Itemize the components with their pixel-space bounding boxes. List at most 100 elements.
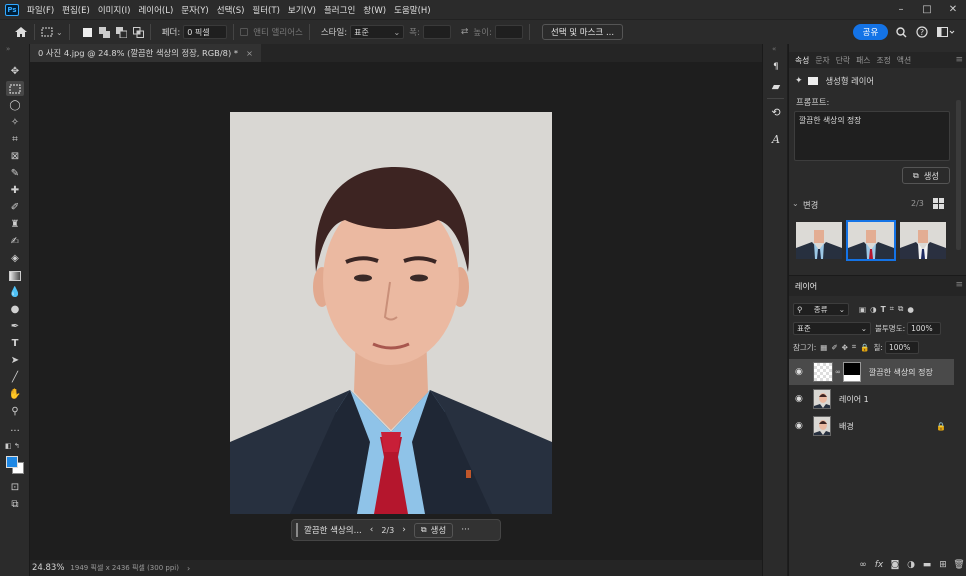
filter-type-icon[interactable]: T — [881, 305, 886, 314]
home-icon[interactable] — [14, 26, 28, 38]
rectangular-marquee-tool-icon[interactable] — [6, 81, 24, 96]
comments-icon[interactable]: ▰ — [768, 78, 784, 94]
panel-collapse-icon[interactable]: » — [6, 45, 10, 53]
tab-paths[interactable]: 패스 — [856, 55, 870, 66]
filter-smart-object-icon[interactable]: ⧉ — [898, 304, 903, 314]
lock-image-icon[interactable]: ✐ — [831, 343, 837, 352]
marquee-tool-icon[interactable] — [41, 27, 53, 37]
frame-tool-icon[interactable]: ⊠ — [6, 149, 24, 164]
document-tab[interactable]: 0 사진 4.jpg @ 24.8% (깔끔한 색상의 정장, RGB/8) *… — [30, 44, 261, 62]
generate-button[interactable]: ⧉ 생성 — [902, 167, 950, 184]
layer-row-background[interactable]: ◉ 배경 🔒 — [789, 413, 954, 439]
menu-type[interactable]: 문자(Y) — [181, 4, 208, 16]
gradient-tool-icon[interactable] — [6, 268, 24, 283]
layers-menu-icon[interactable]: ≡ — [955, 280, 963, 290]
swap-colors-icon[interactable]: ◧ ↰ — [5, 442, 25, 452]
tab-paragraph[interactable]: 단락 — [836, 55, 850, 66]
intersect-selection-icon[interactable] — [132, 26, 144, 38]
brush-tool-icon[interactable]: ✐ — [6, 200, 24, 215]
layer-mask-thumbnail[interactable] — [842, 362, 861, 382]
type-tool-icon[interactable]: T — [6, 336, 24, 351]
filter-toggle-icon[interactable]: ● — [907, 305, 914, 314]
link-icon[interactable]: ∞ — [835, 368, 841, 376]
tab-actions[interactable]: 액션 — [897, 55, 911, 66]
blur-tool-icon[interactable]: 💧 — [6, 285, 24, 300]
variation-thumbnail-1[interactable] — [796, 222, 842, 259]
history-brush-tool-icon[interactable]: ✍ — [6, 234, 24, 249]
variation-thumbnail-2[interactable] — [846, 220, 896, 261]
more-tools-icon[interactable]: ··· — [6, 424, 24, 439]
lock-all-icon[interactable]: 🔒 — [860, 343, 869, 352]
layer-style-icon[interactable]: fx — [871, 560, 887, 570]
new-group-icon[interactable]: ▬ — [919, 560, 935, 570]
layers-title[interactable]: 레이어 — [795, 281, 817, 292]
taskbar-prompt[interactable]: 깔끔한 색상의... — [304, 524, 362, 536]
zoom-level[interactable]: 24.83% — [32, 563, 64, 573]
menu-select[interactable]: 선택(S) — [217, 4, 245, 16]
select-and-mask-button[interactable]: 선택 및 마스크 ... — [541, 24, 624, 40]
antialias-checkbox[interactable] — [240, 28, 249, 36]
width-input[interactable] — [422, 25, 451, 39]
workspace-icon[interactable] — [935, 24, 957, 40]
add-selection-icon[interactable] — [98, 26, 110, 38]
drag-handle[interactable] — [296, 523, 298, 537]
style-select[interactable]: 표준 ⌄ — [350, 25, 405, 39]
variation-thumbnail-3[interactable] — [900, 222, 946, 259]
maximize-button[interactable]: □ — [914, 0, 940, 19]
opacity-input[interactable]: 100% — [907, 321, 942, 335]
glyphs-icon[interactable]: A — [768, 131, 784, 147]
layers-filter-select[interactable]: ⚲ 종류 ⌄ — [793, 302, 849, 316]
chevron-right-icon[interactable]: › — [402, 525, 406, 535]
more-options-icon[interactable]: ··· — [461, 525, 470, 535]
menu-image[interactable]: 이미지(I) — [98, 4, 131, 16]
quick-mask-icon[interactable]: ⊡ — [6, 480, 24, 495]
feather-input[interactable]: 0 픽셀 — [183, 25, 228, 39]
pen-tool-icon[interactable]: ✒ — [6, 319, 24, 334]
swap-icon[interactable]: ⇄ — [461, 27, 469, 37]
search-icon[interactable] — [894, 24, 908, 40]
taskbar-generate-button[interactable]: ⧉ 생성 — [413, 522, 454, 538]
foreground-color-swatch[interactable] — [6, 456, 18, 468]
close-tab-icon[interactable]: × — [246, 48, 253, 58]
lock-artboard-icon[interactable]: ⌗ — [852, 342, 856, 352]
menu-help[interactable]: 도움말(H) — [394, 4, 430, 16]
filter-adjustment-icon[interactable]: ◑ — [870, 305, 877, 314]
dodge-tool-icon[interactable]: ● — [6, 302, 24, 317]
history-icon[interactable]: ⟲ — [768, 104, 784, 120]
healing-brush-tool-icon[interactable]: ✚ — [6, 183, 24, 198]
blend-mode-select[interactable]: 표준 ⌄ — [793, 321, 871, 335]
hand-tool-icon[interactable]: ✋ — [6, 387, 24, 402]
close-button[interactable]: ✕ — [940, 0, 966, 19]
zoom-tool-icon[interactable]: ⚲ — [6, 404, 24, 419]
status-arrow-icon[interactable]: › — [187, 564, 190, 573]
menu-edit[interactable]: 편집(E) — [62, 4, 90, 16]
visibility-eye-icon[interactable]: ◉ — [795, 394, 805, 404]
grid-view-icon[interactable] — [933, 198, 944, 209]
screen-mode-icon[interactable]: ⧉ — [6, 497, 24, 512]
eraser-tool-icon[interactable]: ◈ — [6, 251, 24, 266]
filter-pixel-icon[interactable]: ▣ — [859, 305, 866, 314]
share-button[interactable]: 공유 — [853, 24, 888, 40]
menu-view[interactable]: 보기(V) — [288, 4, 316, 16]
delete-layer-icon[interactable]: 🗑 — [951, 560, 966, 570]
prompt-textarea[interactable]: 깔끔한 색상의 정장 — [794, 111, 950, 161]
clone-stamp-tool-icon[interactable]: ♜ — [6, 217, 24, 232]
path-selection-tool-icon[interactable]: ➤ — [6, 353, 24, 368]
lasso-tool-icon[interactable]: ◯ — [6, 98, 24, 113]
tab-adjustments[interactable]: 조정 — [876, 55, 890, 66]
lock-position-icon[interactable]: ✥ — [842, 343, 848, 352]
link-layers-icon[interactable]: ∞ — [855, 560, 871, 570]
line-tool-icon[interactable]: ╱ — [6, 370, 24, 385]
magic-wand-tool-icon[interactable]: ✧ — [6, 115, 24, 130]
filter-shape-icon[interactable]: ⌗ — [890, 304, 894, 314]
eyedropper-tool-icon[interactable]: ✎ — [6, 166, 24, 181]
height-input[interactable] — [494, 25, 523, 39]
minimize-button[interactable]: – — [888, 0, 914, 19]
chevron-down-icon[interactable]: ⌄ — [56, 28, 63, 37]
menu-window[interactable]: 창(W) — [363, 4, 386, 16]
crop-tool-icon[interactable]: ⌗ — [6, 132, 24, 147]
add-mask-icon[interactable]: ◙ — [887, 560, 903, 570]
new-selection-icon[interactable] — [82, 27, 93, 38]
panel-menu-icon[interactable]: ≡ — [955, 55, 963, 65]
paragraph-icon[interactable]: ¶ — [768, 59, 784, 75]
